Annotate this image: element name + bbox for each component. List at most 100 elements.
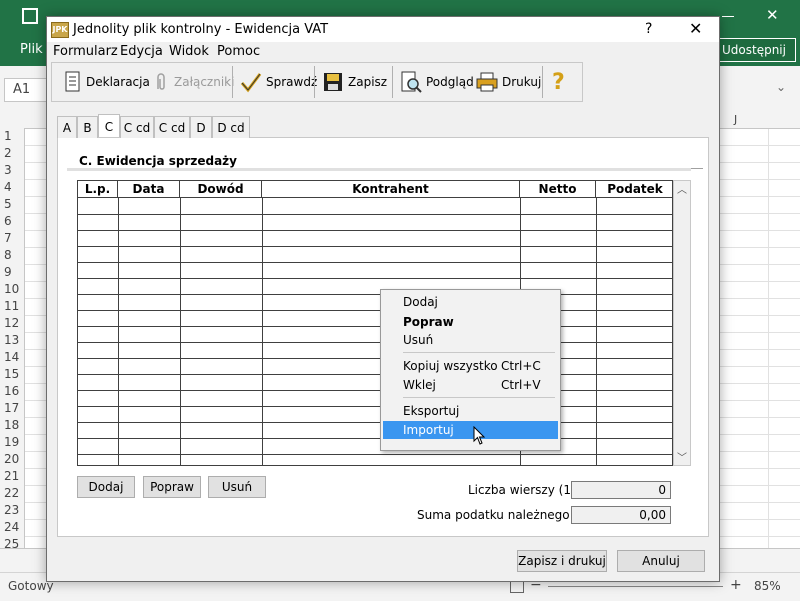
close-icon[interactable]: ✕: [689, 19, 702, 38]
deklaracja-label: Deklaracja: [86, 75, 150, 89]
menu-widok[interactable]: Widok: [169, 44, 209, 59]
cancel-button[interactable]: Anuluj: [617, 550, 705, 572]
table-column-line: [262, 198, 263, 465]
help-question-icon[interactable]: ?: [552, 69, 565, 95]
name-box[interactable]: A1: [4, 78, 50, 102]
zoom-level[interactable]: 85%: [754, 579, 781, 593]
column-header-lp[interactable]: L.p.: [78, 181, 118, 198]
menu-item-popraw[interactable]: Popraw: [383, 313, 558, 331]
table-row-line: [78, 390, 672, 391]
menu-pomoc[interactable]: Pomoc: [217, 44, 260, 59]
zalaczniki-button[interactable]: Załączniki: [152, 69, 234, 95]
row-header[interactable]: 1: [0, 128, 24, 145]
chevron-down-icon[interactable]: ﹀: [677, 449, 687, 464]
tab-b[interactable]: B: [77, 116, 98, 138]
tab-c[interactable]: C: [98, 114, 120, 137]
zalaczniki-label: Załączniki: [174, 75, 235, 89]
excel-close-icon[interactable]: ✕: [766, 6, 779, 24]
menu-separator: [403, 352, 555, 353]
toolbar-separator: [232, 66, 233, 98]
row-header[interactable]: 11: [0, 298, 24, 315]
row-header[interactable]: 7: [0, 230, 24, 247]
row-header[interactable]: 3: [0, 162, 24, 179]
tab-d[interactable]: D: [190, 116, 212, 138]
sales-table[interactable]: L.p. Data Dowód Kontrahent Netto Podatek: [77, 180, 673, 466]
minimize-icon[interactable]: [722, 16, 734, 17]
row-header[interactable]: 10: [0, 281, 24, 298]
row-header[interactable]: 24: [0, 519, 24, 536]
section-divider: [67, 168, 691, 171]
table-column-line: [118, 198, 119, 465]
zoom-slider[interactable]: [548, 586, 723, 587]
row-header[interactable]: 21: [0, 468, 24, 485]
normal-view-icon[interactable]: [510, 581, 524, 593]
chevron-down-icon[interactable]: ⌄: [776, 80, 786, 94]
menu-separator: [403, 397, 555, 398]
row-header[interactable]: 12: [0, 315, 24, 332]
toolbar-separator: [542, 66, 543, 98]
dodaj-button[interactable]: Dodaj: [77, 476, 135, 498]
row-header[interactable]: 23: [0, 502, 24, 519]
popraw-button[interactable]: Popraw: [143, 476, 201, 498]
podglad-button[interactable]: Podgląd: [400, 69, 474, 95]
row-header[interactable]: 22: [0, 485, 24, 502]
row-header[interactable]: 2: [0, 145, 24, 162]
column-header-podatek[interactable]: Podatek: [596, 181, 672, 198]
menu-item-usun[interactable]: Usuń: [383, 331, 558, 349]
menu-formularz[interactable]: Formularz: [53, 44, 118, 59]
help-icon[interactable]: ?: [645, 21, 652, 37]
tab-c-cd-2[interactable]: C cd: [154, 116, 190, 138]
dialog-title-bar: JPK Jednolity plik kontrolny - Ewidencja…: [47, 17, 719, 42]
sprawdz-button[interactable]: Sprawdź: [240, 69, 317, 95]
menu-item-wklej[interactable]: Wklej Ctrl+V: [383, 376, 558, 394]
share-button[interactable]: Udostępnij: [712, 38, 796, 62]
row-header[interactable]: 20: [0, 451, 24, 468]
table-row-line: [78, 326, 672, 327]
mouse-cursor-icon: [473, 426, 486, 445]
table-row-line: [78, 214, 672, 215]
column-header-kontrahent[interactable]: Kontrahent: [262, 181, 520, 198]
document-icon: [65, 71, 80, 92]
drukuj-button[interactable]: Drukuj: [476, 69, 541, 95]
menu-item-importuj[interactable]: Importuj: [383, 421, 558, 439]
column-header-j[interactable]: J: [734, 113, 737, 126]
table-row-line: [78, 342, 672, 343]
tab-c-cd-1[interactable]: C cd: [120, 116, 154, 138]
column-header-dowod[interactable]: Dowód: [180, 181, 262, 198]
menu-item-eksportuj[interactable]: Eksportuj: [383, 402, 558, 420]
paperclip-icon: [157, 73, 165, 90]
toolbar-separator: [314, 66, 315, 98]
section-title: C. Ewidencja sprzedaży: [67, 154, 703, 169]
row-header[interactable]: 15: [0, 366, 24, 383]
row-header[interactable]: 5: [0, 196, 24, 213]
row-header[interactable]: 13: [0, 332, 24, 349]
sprawdz-label: Sprawdź: [266, 75, 318, 89]
save-print-button[interactable]: Zapisz i drukuj: [517, 550, 607, 572]
file-tab[interactable]: Plik: [20, 42, 43, 57]
column-header-netto[interactable]: Netto: [520, 181, 596, 198]
row-header[interactable]: 17: [0, 400, 24, 417]
table-scrollbar[interactable]: ︿ ﹀: [673, 180, 691, 466]
row-header[interactable]: 9: [0, 264, 24, 281]
usun-button[interactable]: Usuń: [208, 476, 266, 498]
tab-a[interactable]: A: [57, 116, 77, 138]
zoom-in-icon[interactable]: +: [730, 577, 742, 593]
row-header[interactable]: 16: [0, 383, 24, 400]
row-header[interactable]: 18: [0, 417, 24, 434]
chevron-up-icon[interactable]: ︿: [677, 181, 687, 196]
menu-item-dodaj[interactable]: Dodaj: [383, 293, 558, 311]
checkmark-icon: [240, 73, 262, 93]
row-header[interactable]: 4: [0, 179, 24, 196]
menu-edycja[interactable]: Edycja: [120, 44, 163, 59]
tab-d-cd[interactable]: D cd: [212, 116, 250, 138]
row-header[interactable]: 14: [0, 349, 24, 366]
zapisz-button[interactable]: Zapisz: [322, 69, 387, 95]
deklaracja-button[interactable]: Deklaracja: [64, 69, 150, 95]
row-header[interactable]: 19: [0, 434, 24, 451]
table-row-line: [78, 358, 672, 359]
row-header[interactable]: 8: [0, 247, 24, 264]
row-header[interactable]: 6: [0, 213, 24, 230]
save-icon[interactable]: [22, 8, 38, 24]
column-header-data[interactable]: Data: [118, 181, 180, 198]
menu-item-kopiuj[interactable]: Kopiuj wszystko Ctrl+C: [383, 357, 558, 375]
